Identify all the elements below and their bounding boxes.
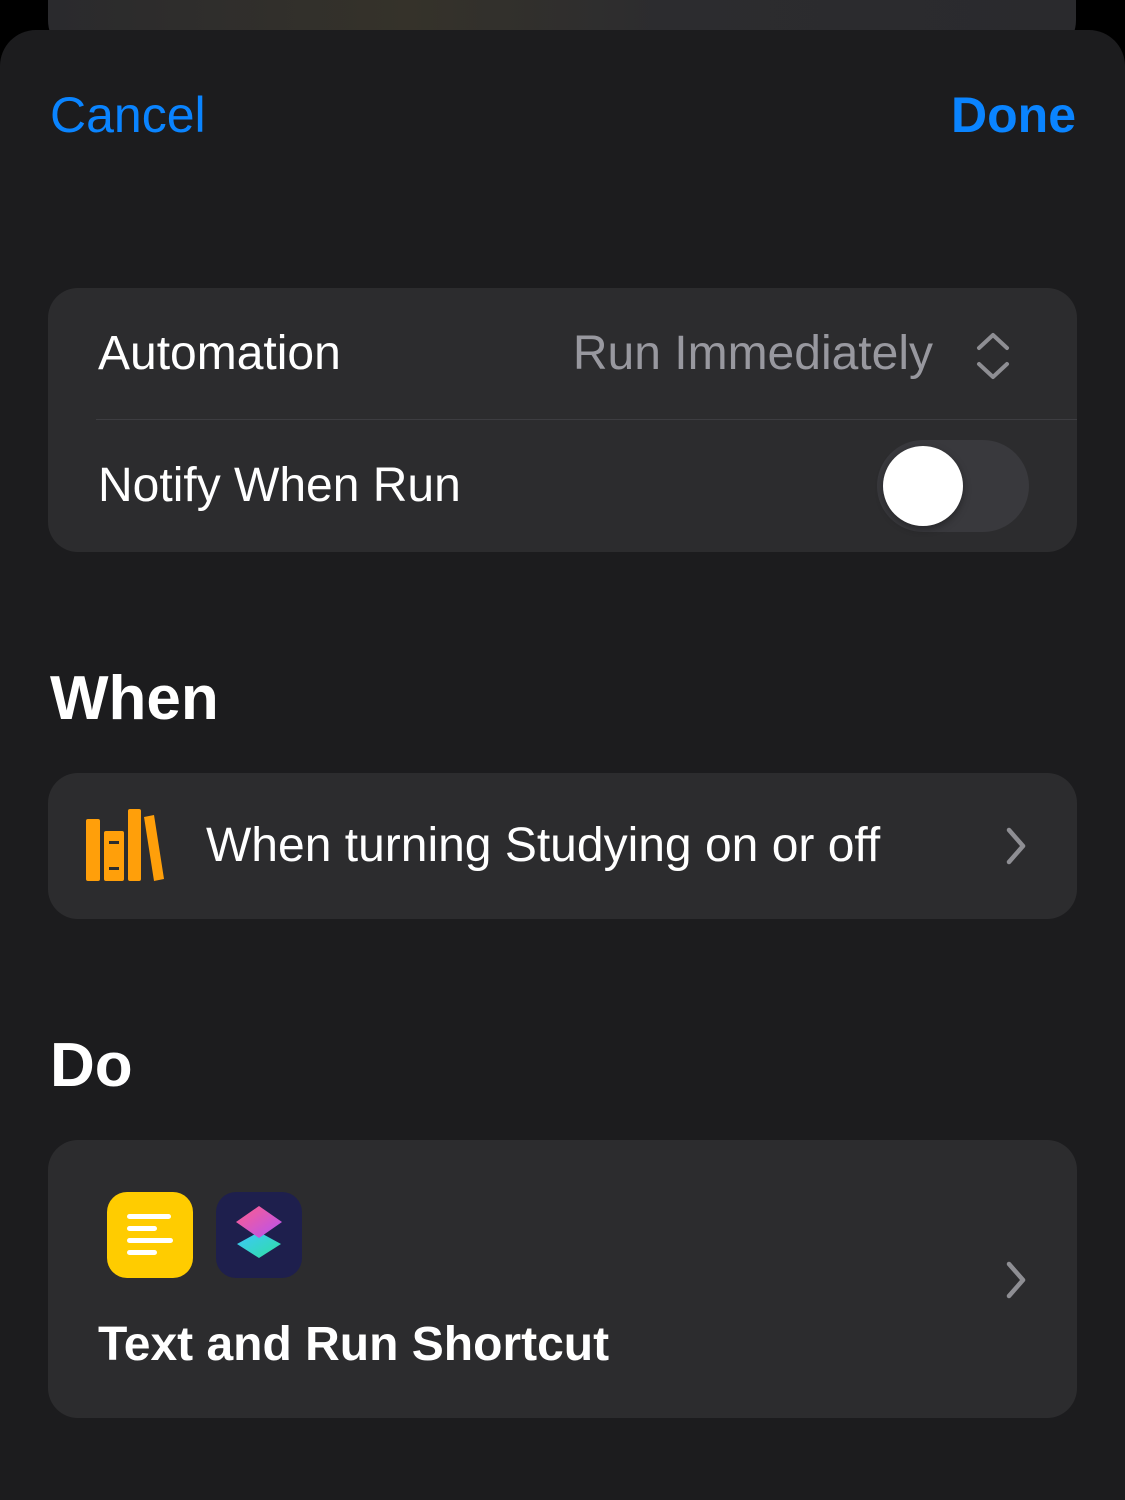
cancel-button[interactable]: Cancel <box>50 85 206 145</box>
when-trigger-row[interactable]: When turning Studying on or off <box>48 773 1077 919</box>
shortcuts-app-icon <box>216 1192 302 1278</box>
automation-label: Automation <box>98 327 341 380</box>
notify-toggle[interactable] <box>877 440 1029 532</box>
automation-value: Run Immediately <box>572 327 933 380</box>
do-action-row[interactable]: Text and Run Shortcut <box>48 1140 1077 1418</box>
settings-card: Automation Run Immediately Notify When R… <box>48 288 1077 552</box>
chevron-right-icon <box>1006 827 1026 865</box>
do-section-title: Do <box>50 1031 133 1100</box>
action-text: Text and Run Shortcut <box>98 1318 610 1371</box>
notify-label: Notify When Run <box>98 459 461 512</box>
done-button[interactable]: Done <box>951 85 1076 145</box>
trigger-text: When turning Studying on or off <box>206 819 881 872</box>
automation-row[interactable]: Automation Run Immediately <box>48 288 1077 420</box>
up-down-chevron-icon <box>977 333 1009 379</box>
chevron-right-icon <box>1006 1261 1026 1299</box>
books-icon <box>86 809 164 881</box>
notify-row: Notify When Run <box>48 420 1077 552</box>
when-section-title: When <box>50 664 219 733</box>
text-app-icon <box>107 1192 193 1278</box>
toggle-knob <box>883 446 963 526</box>
